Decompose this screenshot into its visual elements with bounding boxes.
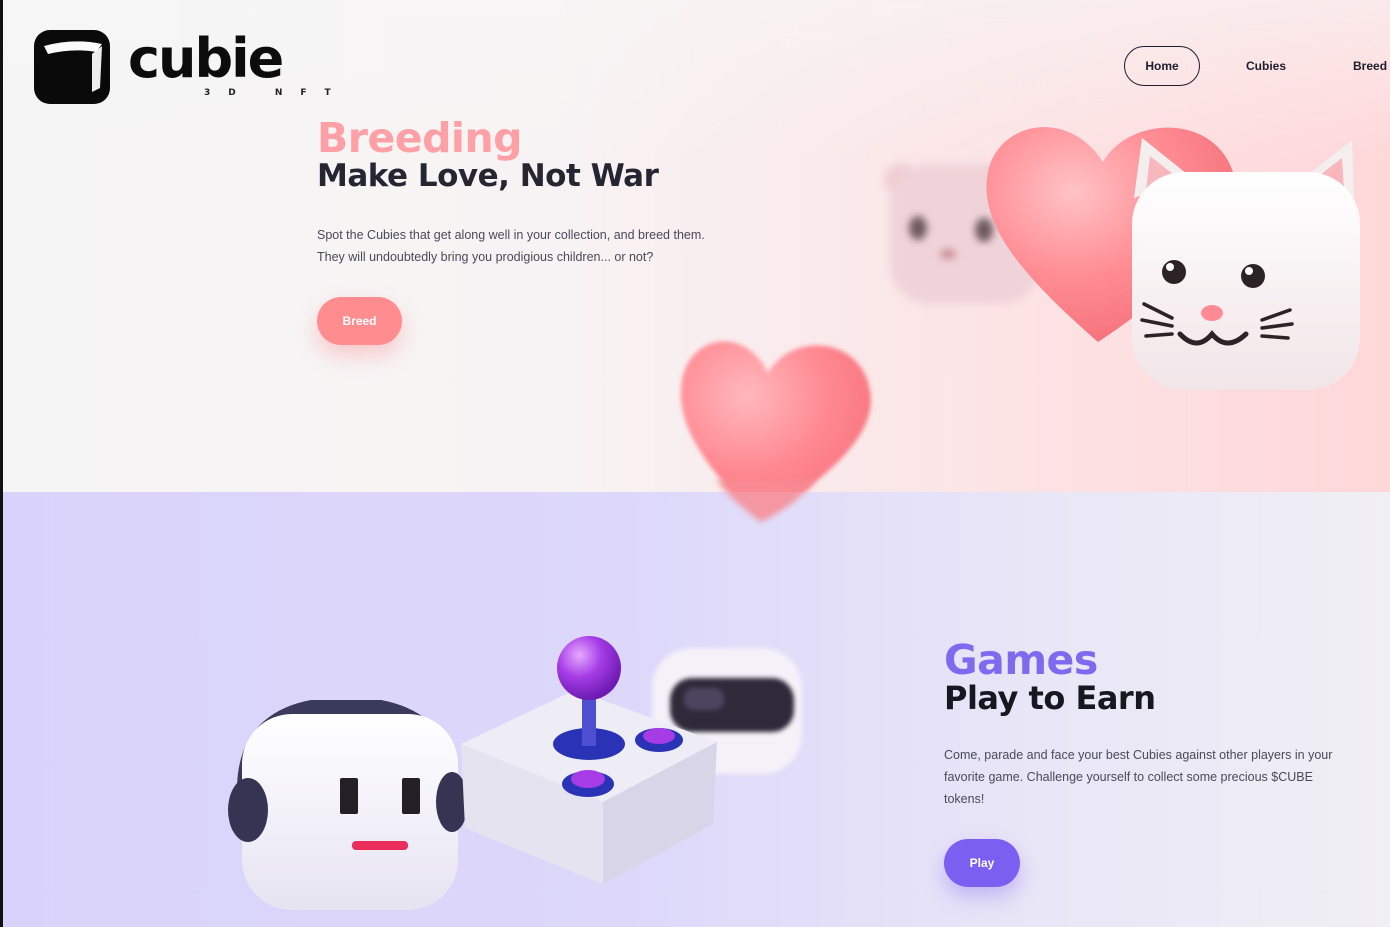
heart-icon (716, 480, 816, 522)
games-description: Come, parade and face your best Cubies a… (944, 748, 1333, 806)
breed-button[interactable]: Breed (317, 297, 402, 345)
breeding-headline: Make Love, Not War (317, 158, 659, 194)
breeding-kicker: Breeding (317, 114, 523, 162)
joystick-icon (461, 636, 717, 884)
games-content: Games Play to Earn Come, parade and face… (944, 638, 1349, 887)
brand-name: cubie (128, 27, 284, 90)
cat-cubie-icon (1132, 138, 1360, 390)
main-nav: Home Cubies Breed (1124, 46, 1387, 86)
cube-logo-icon (34, 30, 110, 104)
breeding-description: Spot the Cubies that get along well in y… (317, 228, 705, 264)
brand-logo[interactable]: cubie 3D NFT (34, 30, 349, 104)
games-headline: Play to Earn (944, 679, 1156, 717)
games-section: Games Play to Earn Come, parade and face… (0, 492, 1390, 927)
play-button[interactable]: Play (944, 839, 1020, 887)
heart-icon (680, 341, 871, 492)
brand-tagline: 3D NFT (204, 88, 349, 98)
breeding-content: Breeding Make Love, Not War Spot the Cub… (317, 116, 727, 345)
nav-breed[interactable]: Breed (1353, 59, 1387, 73)
robot-cubie-icon (228, 700, 468, 910)
games-kicker: Games (944, 636, 1098, 684)
left-frame-edge (0, 0, 3, 927)
nav-cubies[interactable]: Cubies (1246, 59, 1286, 73)
nav-home[interactable]: Home (1124, 46, 1200, 86)
